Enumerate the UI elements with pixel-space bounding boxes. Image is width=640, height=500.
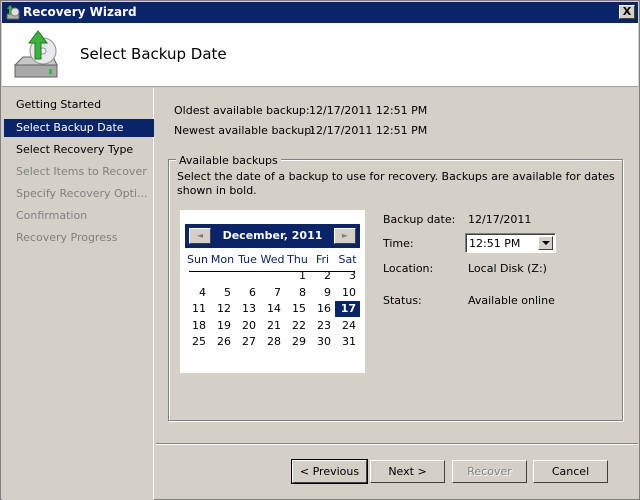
oldest-backup-value: 12/17/2011 12:51 PM bbox=[309, 104, 428, 117]
calendar-day-selected[interactable]: 17 bbox=[335, 301, 360, 317]
close-icon: X bbox=[622, 5, 632, 18]
chevron-down-icon[interactable] bbox=[538, 236, 553, 250]
group-title: Available backups bbox=[176, 154, 281, 167]
calendar-day[interactable]: 30 bbox=[310, 334, 335, 350]
calendar-day[interactable]: 5 bbox=[210, 285, 235, 301]
calendar-day[interactable]: 16 bbox=[310, 301, 335, 317]
weekday-header: Thu bbox=[287, 253, 308, 266]
oldest-backup-label: Oldest available backup: bbox=[174, 104, 310, 117]
step-getting-started[interactable]: Getting Started bbox=[4, 96, 154, 114]
title-bar[interactable]: Recovery Wizard X bbox=[2, 2, 638, 23]
calendar-day[interactable]: 24 bbox=[335, 318, 360, 334]
step-specify-recovery-options: Specify Recovery Opti... bbox=[16, 187, 148, 200]
page-title: Select Backup Date bbox=[80, 45, 227, 63]
calendar-day[interactable]: 27 bbox=[235, 334, 260, 350]
next-button[interactable]: Next > bbox=[370, 460, 445, 483]
footer-divider bbox=[156, 443, 638, 445]
calendar-header: ◄ December, 2011 ► bbox=[185, 224, 360, 248]
backup-restore-icon bbox=[14, 30, 58, 78]
weekday-header: Fri bbox=[315, 253, 330, 266]
cancel-button[interactable]: Cancel bbox=[533, 460, 608, 483]
calendar-day[interactable]: 28 bbox=[260, 334, 285, 350]
calendar-day[interactable]: 21 bbox=[260, 318, 285, 334]
location-value: Local Disk (Z:) bbox=[468, 262, 547, 275]
step-confirmation: Confirmation bbox=[16, 209, 88, 222]
step-select-items-to-recover: Select Items to Recover bbox=[16, 165, 147, 178]
calendar-day[interactable]: 26 bbox=[210, 334, 235, 350]
status-value: Available online bbox=[468, 294, 555, 307]
wizard-steps-sidebar: Getting Started Select Backup Date Selec… bbox=[2, 88, 154, 500]
newest-backup-value: 12/17/2011 12:51 PM bbox=[309, 124, 428, 137]
backup-date-label: Backup date: bbox=[383, 213, 456, 226]
backup-calendar: ◄ December, 2011 ► Sun Mon Tue Wed Thu Fri Sat… bbox=[180, 210, 365, 373]
weekday-header: Sun bbox=[187, 253, 208, 266]
calendar-day[interactable]: 20 bbox=[235, 318, 260, 334]
calendar-day[interactable]: 15 bbox=[285, 301, 310, 317]
time-dropdown[interactable]: 12:51 PM bbox=[465, 233, 556, 253]
calendar-day[interactable]: 14 bbox=[260, 301, 285, 317]
calendar-day[interactable]: 8 bbox=[285, 285, 310, 301]
weekday-header: Sat bbox=[338, 253, 357, 266]
calendar-day[interactable]: 3 bbox=[335, 268, 360, 284]
location-label: Location: bbox=[383, 262, 434, 275]
calendar-day[interactable]: 4 bbox=[185, 285, 210, 301]
calendar-day[interactable]: 19 bbox=[210, 318, 235, 334]
weekday-header: Wed bbox=[260, 253, 285, 266]
calendar-day[interactable]: 29 bbox=[285, 334, 310, 350]
next-month-button[interactable]: ► bbox=[334, 228, 356, 244]
weekday-header: Mon bbox=[210, 253, 235, 266]
calendar-day[interactable]: 7 bbox=[260, 285, 285, 301]
group-description: Select the date of a backup to use for r… bbox=[177, 170, 615, 197]
backup-date-value: 12/17/2011 bbox=[468, 213, 532, 226]
calendar-day[interactable]: 6 bbox=[235, 285, 260, 301]
window-title: Recovery Wizard bbox=[23, 5, 137, 19]
calendar-day[interactable]: 1 bbox=[285, 268, 310, 284]
close-button[interactable]: X bbox=[619, 5, 635, 19]
arrow-right-icon: ► bbox=[341, 231, 349, 240]
calendar-day[interactable]: 12 bbox=[210, 301, 235, 317]
calendar-day[interactable]: 13 bbox=[235, 301, 260, 317]
calendar-day[interactable]: 2 bbox=[310, 268, 335, 284]
backup-app-icon bbox=[6, 5, 20, 20]
calendar-day[interactable]: 25 bbox=[185, 334, 210, 350]
calendar-day[interactable]: 23 bbox=[310, 318, 335, 334]
recovery-wizard-window: Recovery Wizard X Select Backup Date Get… bbox=[0, 0, 640, 500]
newest-backup-label: Newest available backup: bbox=[174, 124, 315, 137]
recover-button: Recover bbox=[452, 460, 527, 483]
calendar-day[interactable]: 11 bbox=[185, 301, 210, 317]
calendar-day[interactable]: 10 bbox=[335, 285, 360, 301]
calendar-day[interactable]: 22 bbox=[285, 318, 310, 334]
weekday-header: Tue bbox=[238, 253, 257, 266]
calendar-day[interactable]: 31 bbox=[335, 334, 360, 350]
step-select-backup-date[interactable]: Select Backup Date bbox=[4, 119, 154, 137]
status-label: Status: bbox=[383, 294, 422, 307]
calendar-day[interactable]: 18 bbox=[185, 318, 210, 334]
time-dropdown-value: 12:51 PM bbox=[469, 237, 521, 250]
step-recovery-progress: Recovery Progress bbox=[16, 231, 118, 244]
time-label: Time: bbox=[383, 237, 414, 250]
calendar-day[interactable]: 9 bbox=[310, 285, 335, 301]
wizard-header: Select Backup Date bbox=[2, 23, 638, 87]
previous-button[interactable]: < Previous bbox=[291, 459, 368, 484]
step-select-recovery-type[interactable]: Select Recovery Type bbox=[4, 141, 154, 159]
